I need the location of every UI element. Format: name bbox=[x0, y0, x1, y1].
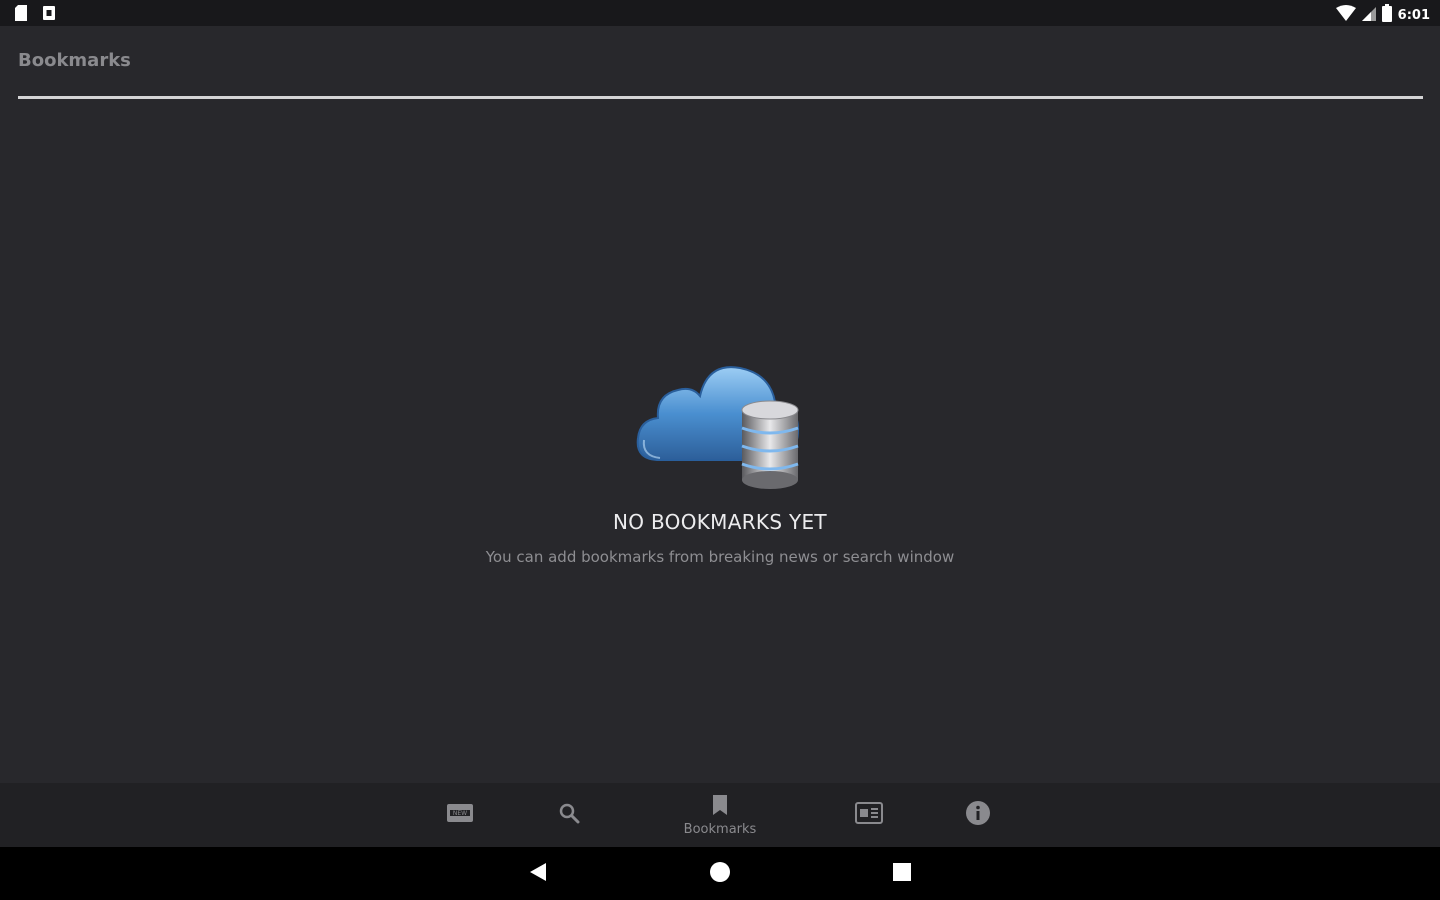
wifi-icon bbox=[1335, 5, 1356, 25]
info-icon bbox=[965, 800, 991, 830]
recents-button[interactable] bbox=[889, 861, 915, 887]
home-button[interactable] bbox=[707, 861, 733, 887]
nav-item-info[interactable] bbox=[938, 783, 1018, 847]
nav-item-search[interactable] bbox=[529, 783, 609, 847]
back-button[interactable] bbox=[525, 861, 551, 887]
empty-state: NO BOOKMARKS YET You can add bookmarks f… bbox=[0, 340, 1440, 566]
nav-item-newspaper[interactable] bbox=[829, 783, 909, 847]
svg-text:NEW: NEW bbox=[453, 810, 467, 817]
back-icon bbox=[528, 861, 548, 887]
newspaper-icon bbox=[854, 801, 884, 829]
sd-card-icon bbox=[14, 5, 28, 25]
empty-state-title: NO BOOKMARKS YET bbox=[613, 510, 827, 534]
status-bar: 6:01 bbox=[0, 0, 1440, 26]
header: Bookmarks bbox=[0, 26, 1440, 102]
nav-label-bookmarks: Bookmarks bbox=[683, 821, 757, 837]
empty-state-subtitle: You can add bookmarks from breaking news… bbox=[485, 548, 955, 566]
signal-icon bbox=[1361, 5, 1376, 25]
cloud-database-icon bbox=[636, 366, 800, 489]
page-title: Bookmarks bbox=[18, 50, 131, 71]
notification-icon bbox=[42, 5, 56, 25]
status-time: 6:01 bbox=[1397, 7, 1430, 23]
recents-icon bbox=[892, 862, 912, 886]
bottom-nav: NEW Bookmarks bbox=[0, 783, 1440, 847]
news-icon: NEW bbox=[446, 802, 474, 828]
battery-icon bbox=[1381, 4, 1392, 26]
nav-item-news[interactable]: NEW bbox=[420, 783, 500, 847]
app-screen: 6:01 Bookmarks NO BOOKMARKS YET You can … bbox=[0, 0, 1440, 900]
search-icon bbox=[558, 802, 580, 828]
bookmark-icon bbox=[711, 794, 729, 820]
home-icon bbox=[709, 861, 731, 887]
header-divider bbox=[18, 96, 1423, 99]
nav-item-bookmarks[interactable]: Bookmarks bbox=[680, 783, 760, 847]
system-nav-bar bbox=[0, 847, 1440, 900]
